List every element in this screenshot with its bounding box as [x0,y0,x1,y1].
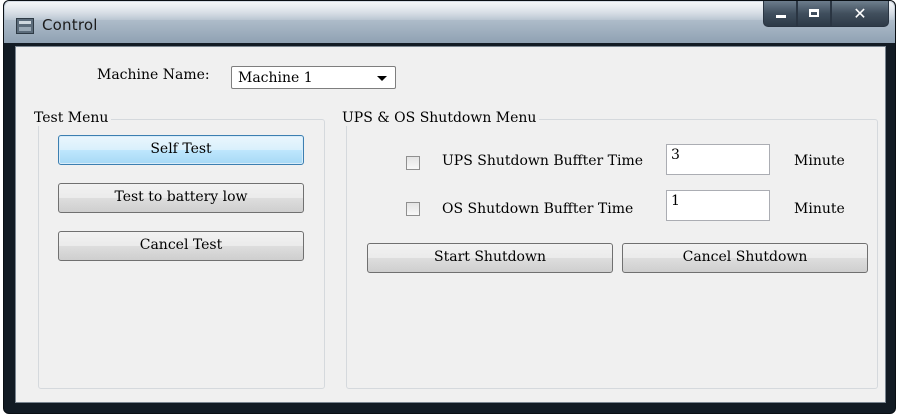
machine-name-label: Machine Name: [97,67,210,83]
os-minute-label: Minute [794,201,845,217]
minimize-button[interactable] [763,1,797,27]
ups-minute-label: Minute [794,153,845,169]
ups-shutdown-time-input[interactable]: 3 [666,144,770,175]
test-menu-title: Test Menu [31,110,112,126]
ups-shutdown-checkbox[interactable] [406,156,420,170]
close-button[interactable]: ✕ [831,1,889,27]
chevron-down-icon[interactable] [377,76,387,81]
machine-name-select[interactable]: Machine 1 [231,66,396,89]
shutdown-menu-title: UPS & OS Shutdown Menu [339,110,540,126]
os-shutdown-checkbox[interactable] [406,202,420,216]
ups-shutdown-label: UPS Shutdown Buffter Time [442,153,644,169]
control-window: Control ✕ Machine Name: Machine 1 Test M… [3,0,896,414]
maximize-button[interactable] [797,1,831,27]
os-shutdown-time-value: 1 [671,193,680,209]
title-shine [5,2,894,20]
os-shutdown-label: OS Shutdown Buffter Time [442,201,634,217]
close-icon: ✕ [853,4,867,23]
test-to-battery-low-button[interactable]: Test to battery low [58,183,304,213]
start-shutdown-button[interactable]: Start Shutdown [367,243,613,273]
maximize-icon [809,9,819,17]
cancel-test-button[interactable]: Cancel Test [58,231,304,261]
os-shutdown-time-input[interactable]: 1 [666,190,770,221]
ups-app-icon[interactable] [16,18,34,34]
machine-name-value: Machine 1 [238,70,313,86]
cancel-shutdown-button[interactable]: Cancel Shutdown [622,243,868,273]
client-area: Machine Name: Machine 1 Test Menu Self T… [15,46,886,403]
minimize-icon [776,15,786,18]
title-bar[interactable]: Control ✕ [4,1,895,43]
self-test-button[interactable]: Self Test [58,135,304,165]
caption-buttons: ✕ [763,1,889,27]
window-title: Control [42,16,98,34]
ups-shutdown-time-value: 3 [671,147,680,163]
